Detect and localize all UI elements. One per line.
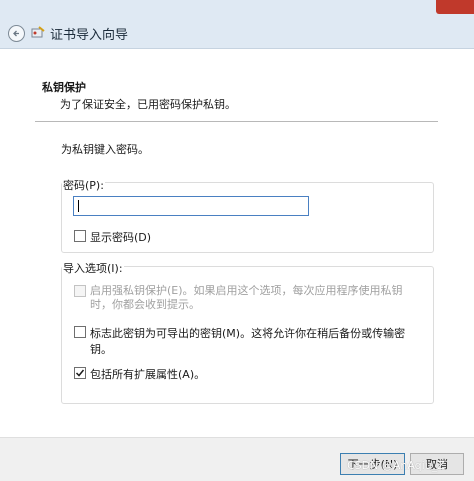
section-heading: 私钥保护	[42, 81, 86, 94]
strong-protection-label: 启用强私钥保护(E)。如果启用这个选项，每次应用程序使用私钥时，你都会收到提示。	[90, 284, 403, 311]
watermark: CSDN @AnAqiu_Z	[347, 459, 445, 472]
checkbox-box[interactable]	[74, 230, 86, 242]
section-description: 为了保证安全，已用密码保护私钥。	[60, 98, 236, 111]
import-options-label: 导入选项(I):	[62, 260, 124, 276]
password-prompt: 为私钥键入密码。	[61, 143, 149, 156]
password-input[interactable]	[73, 196, 309, 216]
certificate-wizard-icon	[31, 26, 45, 43]
exportable-key-label: 标志此密钥为可导出的密钥(M)。这将允许你在稍后备份或传输密钥。	[90, 327, 406, 356]
strong-protection-checkbox[interactable]: 启用强私钥保护(E)。如果启用这个选项，每次应用程序使用私钥时，你都会收到提示。	[74, 284, 424, 312]
back-button[interactable]	[8, 25, 25, 42]
back-arrow-icon	[13, 30, 19, 37]
checkbox-box[interactable]	[74, 285, 86, 297]
show-password-checkbox[interactable]: 显示密码(D)	[74, 229, 151, 245]
close-button[interactable]	[436, 0, 474, 14]
text-caret	[78, 200, 79, 212]
checkbox-box[interactable]	[74, 326, 86, 338]
checkbox-box[interactable]	[74, 367, 86, 379]
divider	[35, 121, 438, 122]
password-label: 密码(P):	[62, 177, 105, 193]
extended-properties-label: 包括所有扩展属性(A)。	[90, 368, 206, 381]
window-title: 证书导入向导	[50, 28, 129, 43]
exportable-key-checkbox[interactable]: 标志此密钥为可导出的密钥(M)。这将允许你在稍后备份或传输密钥。	[74, 325, 424, 357]
extended-properties-checkbox[interactable]: 包括所有扩展属性(A)。	[74, 366, 205, 382]
show-password-label: 显示密码(D)	[90, 231, 152, 244]
checkmark-icon	[75, 369, 85, 377]
title-bar: 证书导入向导	[0, 0, 474, 49]
